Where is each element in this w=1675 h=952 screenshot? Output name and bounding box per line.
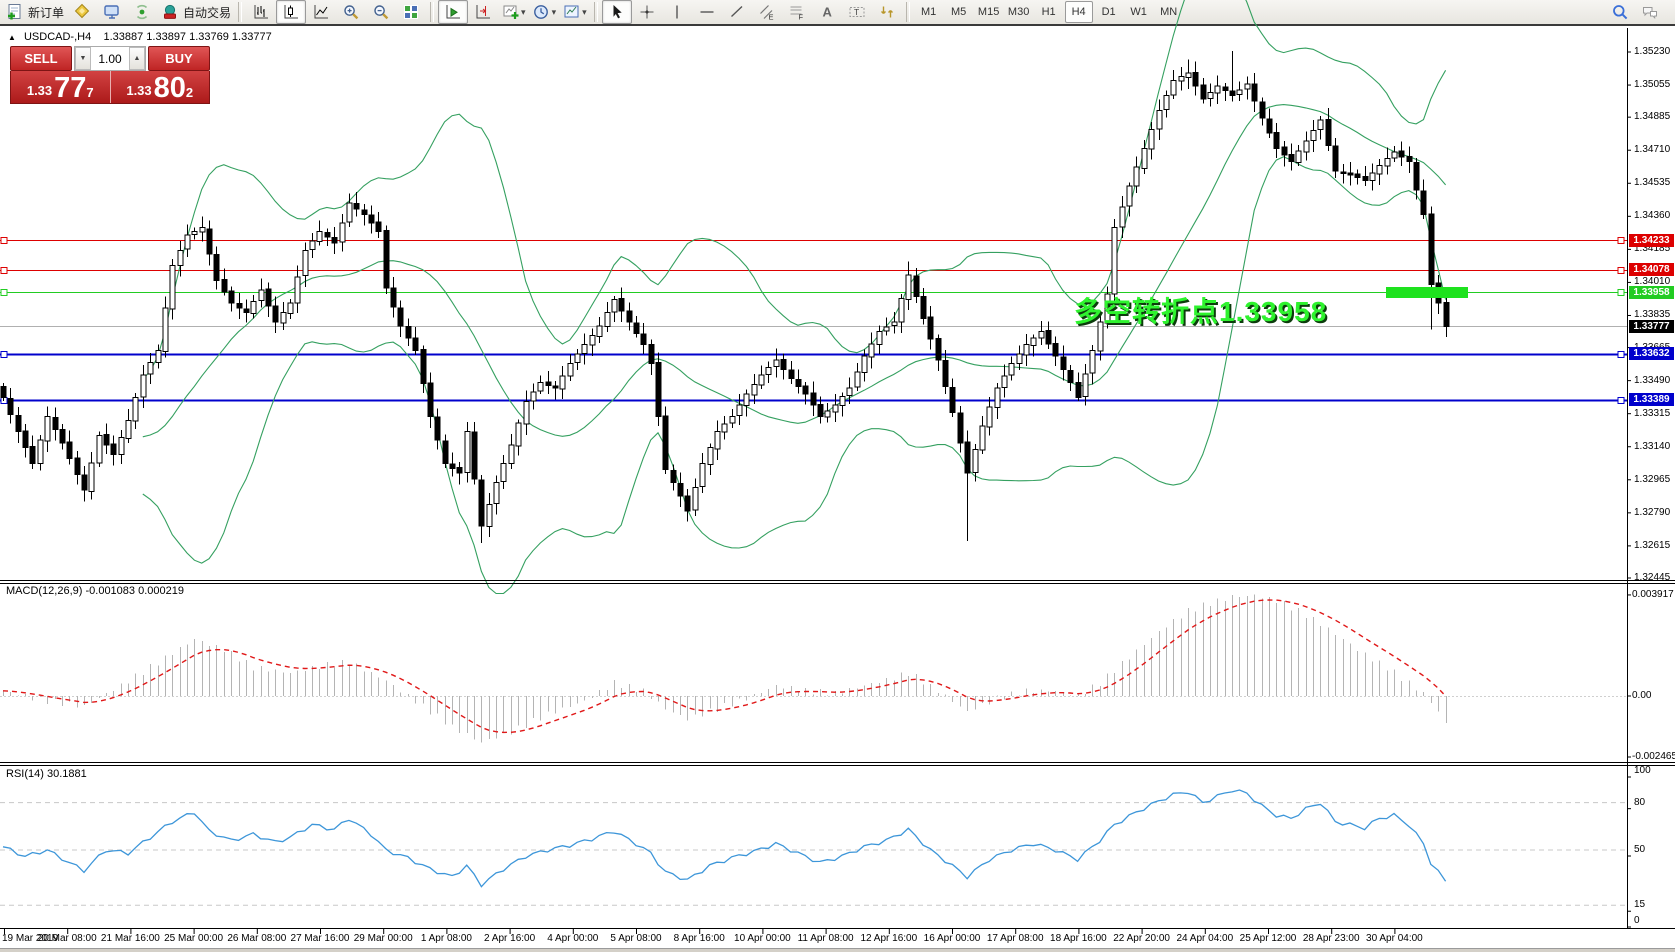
mt4-window: 新订单 自动交易 ▾▾▾ EFAT M1M5M15M30H1H4D1W1MN ▲… [0,0,1675,952]
rsi-axis-label: 0 [1634,915,1640,926]
date-tick-label: 18 Apr 16:00 [1044,933,1112,944]
time-axis-line [0,928,1675,929]
sell-price-sup: 7 [86,85,93,100]
date-tick-label: 22 Apr 20:00 [1108,933,1176,944]
date-tick-label: 1 Apr 08:00 [412,933,480,944]
date-tick-label: 12 Apr 16:00 [855,933,923,944]
macd-main-value: -0.001083 [85,585,135,597]
rsi-axis-label: 80 [1634,797,1645,808]
volume-up-button[interactable]: ▲ [129,47,145,70]
highlight-zone[interactable] [1386,287,1468,298]
sell-price-small: 1.33 [27,83,52,98]
date-tick-label: 17 Apr 08:00 [981,933,1049,944]
current-price-badge: 1.33777 [1629,320,1674,333]
panel-separator[interactable] [0,765,1675,766]
date-tick-label: 20 Mar 08:00 [33,933,101,944]
buy-price-small: 1.33 [126,83,151,98]
date-tick-label: 29 Mar 00:00 [349,933,417,944]
price-tick-label: 1.34885 [1634,111,1670,122]
macd-axis-label: 0.00 [1632,690,1651,701]
price-tick-label: 1.35055 [1634,79,1670,90]
chart-header: ▲ USDCAD-,H4 1.33887 1.33897 1.33769 1.3… [8,31,272,43]
volume-input[interactable]: 1.00 [91,47,129,70]
price-tick-label: 1.33490 [1634,375,1670,386]
date-tick-label: 25 Apr 12:00 [1234,933,1302,944]
date-tick-label: 30 Apr 04:00 [1360,933,1428,944]
price-tick-label: 1.32965 [1634,474,1670,485]
panel-separator[interactable] [0,580,1675,581]
panel-separator[interactable] [0,762,1675,763]
panel-separator[interactable] [0,583,1675,584]
price-tick-label: 1.34535 [1634,177,1670,188]
chart-canvas[interactable] [0,0,1675,952]
volume-spinner: ▼ 1.00 ▲ [74,46,146,71]
buy-price-sup: 2 [186,85,193,100]
price-tick-label: 1.32445 [1634,572,1670,583]
date-tick-label: 24 Apr 04:00 [1171,933,1239,944]
date-tick-label: 8 Apr 16:00 [665,933,733,944]
one-click-trade-panel: SELL ▼ 1.00 ▲ BUY 1.33 77 7 1.33 80 2 [10,46,210,105]
rsi-value: 30.1881 [47,768,87,780]
buy-button[interactable]: BUY [148,46,210,71]
date-tick-label: 11 Apr 08:00 [792,933,860,944]
macd-axis-label: -0.002465 [1632,751,1675,762]
rsi-axis-label: 15 [1634,899,1645,910]
volume-down-button[interactable]: ▼ [75,47,91,70]
price-tick-label: 1.35230 [1634,46,1670,57]
macd-signal-value: 0.000219 [138,585,184,597]
ohlc-values: 1.33887 1.33897 1.33769 1.33777 [103,31,271,43]
sell-price-big: 77 [54,75,86,101]
price-tick-label: 1.33315 [1634,408,1670,419]
price-level-badge: 1.33958 [1629,286,1674,299]
price-tick-label: 1.32790 [1634,507,1670,518]
price-level-badge: 1.33632 [1629,347,1674,360]
date-tick-label: 16 Apr 00:00 [918,933,986,944]
price-tick-label: 1.33835 [1634,309,1670,320]
window-bottom-edge [0,948,1675,952]
chart-annotation-text[interactable]: 多空转折点1.33958 [1074,290,1327,330]
date-tick-label: 28 Apr 23:00 [1297,933,1365,944]
buy-price[interactable]: 1.33 80 2 [111,71,210,103]
date-tick-label: 21 Mar 16:00 [96,933,164,944]
price-level-badge: 1.33389 [1629,393,1674,406]
date-tick-label: 5 Apr 08:00 [602,933,670,944]
rsi-axis-label: 100 [1634,765,1651,776]
rsi-label: RSI(14) 30.1881 [6,768,87,780]
date-tick-label: 26 Mar 08:00 [223,933,291,944]
price-tick-label: 1.33140 [1634,441,1670,452]
sell-button[interactable]: SELL [10,46,72,71]
date-tick-label: 4 Apr 00:00 [539,933,607,944]
price-tick-label: 1.34710 [1634,144,1670,155]
price-level-badge: 1.34078 [1629,263,1674,276]
price-level-badge: 1.34233 [1629,234,1674,247]
macd-axis-label: 0.003917 [1632,589,1674,600]
price-tick-label: 1.32615 [1634,540,1670,551]
buy-price-big: 80 [154,75,186,101]
collapse-panel-icon[interactable]: ▲ [8,33,16,42]
price-tick-label: 1.34360 [1634,210,1670,221]
rsi-axis-label: 50 [1634,844,1645,855]
date-tick-label: 10 Apr 00:00 [728,933,796,944]
date-tick-label: 2 Apr 16:00 [476,933,544,944]
symbol-label: USDCAD-,H4 [24,31,91,43]
sell-price[interactable]: 1.33 77 7 [11,71,111,103]
macd-label: MACD(12,26,9) -0.001083 0.000219 [6,585,184,597]
date-tick-label: 25 Mar 00:00 [160,933,228,944]
date-tick-label: 27 Mar 16:00 [286,933,354,944]
